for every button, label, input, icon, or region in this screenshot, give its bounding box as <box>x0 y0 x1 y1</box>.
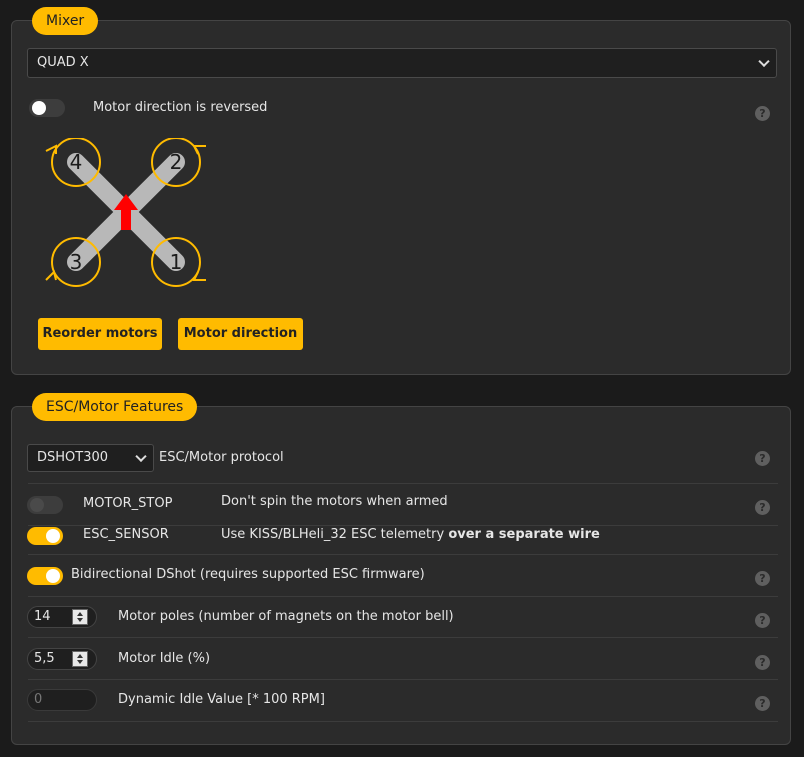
esc-sensor-toggle[interactable] <box>27 527 63 545</box>
chevron-down-icon <box>135 450 147 463</box>
motor-poles-label: Motor poles (number of magnets on the mo… <box>118 609 454 624</box>
motor-idle-value: 5,5 <box>34 651 55 666</box>
help-icon[interactable]: ? <box>755 500 770 515</box>
protocol-select-value: DSHOT300 <box>37 450 109 465</box>
divider <box>28 596 778 597</box>
divider <box>28 554 778 555</box>
motor-stop-desc: Don't spin the motors when armed <box>221 494 448 509</box>
protocol-select[interactable]: DSHOT300 <box>27 444 154 472</box>
dynamic-idle-value: 0 <box>34 692 43 707</box>
divider <box>28 525 778 526</box>
motor-poles-input[interactable]: 14 <box>27 606 97 628</box>
help-icon[interactable]: ? <box>755 613 770 628</box>
bidir-dshot-label: Bidirectional DShot (requires supported … <box>71 567 425 582</box>
motor-poles-value: 14 <box>34 609 51 624</box>
mixer-select[interactable]: QUAD X <box>27 48 777 78</box>
esc-sensor-desc: Use KISS/BLHeli_32 ESC telemetry over a … <box>221 527 600 542</box>
reorder-motors-button[interactable]: Reorder motors <box>38 318 162 350</box>
help-icon[interactable]: ? <box>755 655 770 670</box>
esc-sensor-name: ESC_SENSOR <box>83 527 169 542</box>
esc-sensor-desc-text: Use KISS/BLHeli_32 ESC telemetry <box>221 527 449 542</box>
motor-stop-toggle[interactable] <box>27 496 63 514</box>
motor-stop-name: MOTOR_STOP <box>83 496 173 511</box>
motor-idle-label: Motor Idle (%) <box>118 651 211 666</box>
dynamic-idle-input: 0 <box>27 689 97 711</box>
motor-reversed-toggle[interactable] <box>29 99 65 117</box>
esc-title: ESC/Motor Features <box>32 393 198 421</box>
help-icon[interactable]: ? <box>755 696 770 711</box>
help-icon[interactable]: ? <box>755 571 770 586</box>
dynamic-idle-label: Dynamic Idle Value [* 100 RPM] <box>118 692 325 707</box>
divider <box>28 721 778 722</box>
stepper-icon[interactable] <box>72 609 88 625</box>
mixer-select-value: QUAD X <box>37 55 89 70</box>
motor-direction-button[interactable]: Motor direction <box>178 318 303 350</box>
chevron-down-icon <box>758 55 770 68</box>
motor-label-3: 3 <box>70 250 83 274</box>
mixer-title: Mixer <box>32 7 99 35</box>
stepper-icon[interactable] <box>72 651 88 667</box>
help-icon[interactable]: ? <box>755 106 770 121</box>
bidir-dshot-toggle[interactable] <box>27 567 63 585</box>
help-icon[interactable]: ? <box>755 451 770 466</box>
divider <box>28 483 778 484</box>
motor-label-2: 2 <box>170 150 183 174</box>
divider <box>28 679 778 680</box>
divider <box>28 637 778 638</box>
quad-x-diagram: 4 2 3 1 <box>45 138 206 287</box>
protocol-label: ESC/Motor protocol <box>159 450 284 465</box>
esc-sensor-desc-bold: over a separate wire <box>448 527 600 542</box>
motor-reversed-label: Motor direction is reversed <box>93 100 268 115</box>
motor-label-4: 4 <box>70 150 83 174</box>
motor-idle-input[interactable]: 5,5 <box>27 648 97 670</box>
motor-label-1: 1 <box>170 250 183 274</box>
